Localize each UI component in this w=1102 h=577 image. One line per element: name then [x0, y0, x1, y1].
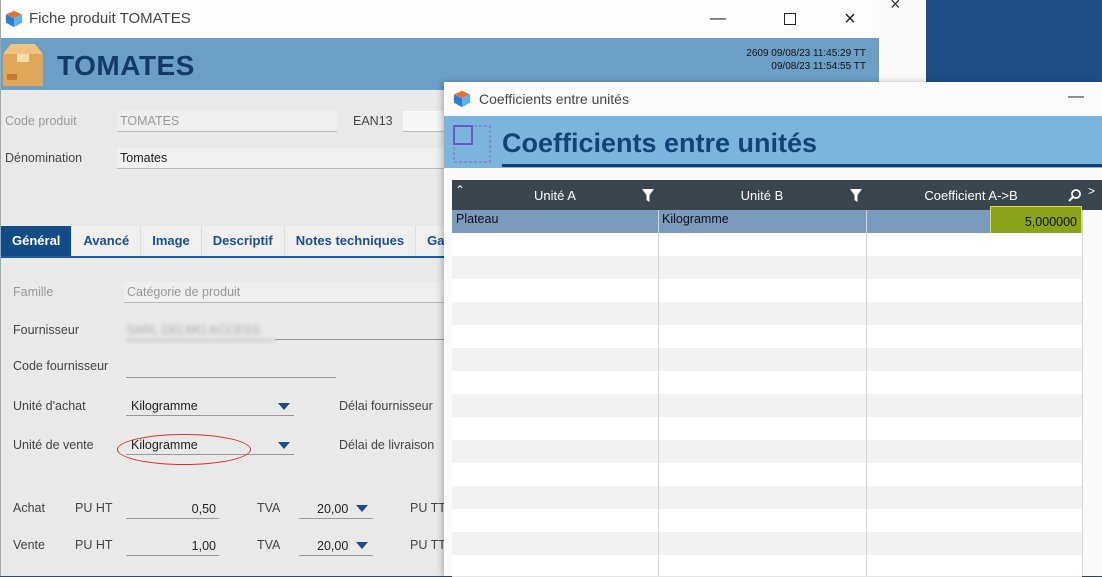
table-row[interactable] — [452, 371, 1082, 395]
table-row[interactable] — [452, 233, 1082, 257]
ean13-label: EAN13 — [353, 114, 393, 128]
table-row[interactable] — [452, 394, 1082, 418]
achat-tva-label: TVA — [257, 501, 281, 515]
achat-label: Achat — [13, 501, 45, 515]
app-logo-icon — [453, 90, 471, 108]
table-row[interactable] — [452, 348, 1082, 372]
conversion-icon — [453, 125, 491, 163]
chevron-right-icon[interactable]: > — [1088, 184, 1095, 198]
delai-fournisseur-label: Délai fournisseur — [339, 399, 433, 413]
fournisseur-field[interactable]: SARL DELMO ACCESS — [126, 320, 274, 341]
cell-unite-a[interactable]: Plateau — [452, 210, 658, 233]
coefficients-table: ⌃ Unité A Unité B Coefficient A->B > Pla… — [452, 180, 1102, 577]
tab-image[interactable]: Image — [141, 226, 202, 256]
chevron-down-icon[interactable] — [278, 403, 290, 410]
table-row[interactable] — [452, 509, 1082, 533]
tab-descriptif[interactable]: Descriptif — [202, 226, 285, 256]
minimize-icon: — — [1068, 88, 1084, 105]
vente-pu-tt-label: PU TT — [410, 538, 446, 552]
maximize-icon — [784, 13, 796, 25]
general-panel: Famille Catégorie de produit Fournisseur… — [1, 258, 447, 576]
title-bar: Fiche produit TOMATES — × — [1, 0, 879, 38]
table-row[interactable] — [452, 555, 1082, 577]
chevron-down-icon[interactable] — [356, 505, 368, 512]
modified-info: 09/08/23 11:54:55 TT — [771, 61, 866, 72]
achat-pu-tt-label: PU TT — [410, 501, 446, 515]
code-produit-field[interactable]: TOMATES — [117, 111, 337, 132]
unite-achat-select[interactable]: Kilogramme — [126, 396, 294, 416]
created-info: 2609 09/08/23 11:45:29 TT — [746, 48, 866, 59]
cell-unite-b[interactable]: Kilogramme — [658, 210, 866, 233]
tab-bar: Général Avancé Image Descriptif Notes te… — [1, 226, 461, 258]
achat-pu-ht-label: PU HT — [75, 501, 113, 515]
table-row[interactable] — [452, 463, 1082, 487]
chevron-down-icon[interactable] — [356, 542, 368, 549]
cell-coefficient[interactable]: 5,000000 — [990, 206, 1082, 235]
table-row[interactable] — [452, 325, 1082, 349]
annotation-ellipse — [117, 434, 251, 465]
coefficients-dialog: Coefficients entre unités — Coefficients… — [444, 82, 1102, 577]
background-window: × — [878, 0, 926, 82]
delai-livraison-label: Délai de livraison — [339, 438, 435, 452]
famille-field[interactable]: Catégorie de produit — [124, 282, 447, 303]
code-fournisseur-field[interactable] — [126, 356, 336, 378]
vente-pu-ht-label: PU HT — [75, 538, 113, 552]
tab-avance[interactable]: Avancé — [72, 226, 142, 256]
maximize-button[interactable] — [767, 0, 813, 38]
table-row[interactable] — [452, 302, 1082, 326]
minimize-button[interactable]: — — [695, 0, 741, 38]
achat-tva-value: 20,00 — [317, 502, 349, 516]
product-title: TOMATES — [57, 50, 195, 81]
unite-achat-label: Unité d'achat — [13, 399, 86, 413]
close-button[interactable]: × — [827, 0, 873, 38]
vente-tva-label: TVA — [257, 538, 281, 552]
column-divider — [866, 210, 867, 576]
table-row[interactable] — [452, 279, 1082, 303]
famille-label: Famille — [13, 285, 54, 299]
tab-general[interactable]: Général — [1, 226, 73, 256]
table-row[interactable] — [452, 440, 1082, 464]
column-coefficient[interactable]: Coefficient A->B — [866, 188, 1076, 203]
table-row[interactable] — [452, 256, 1082, 280]
table-row[interactable] — [452, 532, 1082, 556]
fournisseur-underline — [275, 339, 447, 340]
vente-label: Vente — [13, 538, 45, 552]
unite-achat-value: Kilogramme — [131, 399, 198, 413]
column-unite-b[interactable]: Unité B — [658, 188, 866, 203]
vente-tva-value: 20,00 — [317, 539, 349, 553]
denomination-label: Dénomination — [5, 151, 83, 165]
filter-icon[interactable] — [850, 189, 862, 202]
close-icon: × — [844, 7, 856, 30]
vente-pu-ht-field[interactable]: 1,00 — [126, 536, 219, 556]
tab-notes-techniques[interactable]: Notes techniques — [285, 226, 417, 256]
dialog-window-title: Coefficients entre unités — [479, 91, 629, 107]
column-divider — [1082, 210, 1083, 576]
denomination-field[interactable]: Tomates — [117, 148, 447, 169]
app-logo-icon — [5, 10, 23, 28]
column-unite-a[interactable]: Unité A — [452, 188, 658, 203]
dialog-title-underline — [502, 164, 1102, 167]
column-divider — [658, 210, 659, 576]
table-row[interactable]: Plateau Kilogramme 5,000000 — [452, 206, 1082, 235]
window-title: Fiche produit TOMATES — [29, 10, 191, 27]
unite-vente-label: Unité de vente — [13, 438, 94, 452]
code-produit-label: Code produit — [5, 114, 77, 128]
search-icon[interactable] — [1068, 189, 1081, 202]
close-icon[interactable]: × — [890, 0, 901, 15]
dialog-title-bar: Coefficients entre unités — — [444, 82, 1102, 116]
minimize-icon: — — [710, 10, 726, 27]
ean13-field[interactable] — [403, 111, 447, 132]
dialog-title: Coefficients entre unités — [502, 128, 818, 158]
table-row[interactable] — [452, 486, 1082, 510]
minimize-button[interactable]: — — [1068, 88, 1084, 106]
table-row[interactable] — [452, 417, 1082, 441]
code-fournisseur-label: Code fournisseur — [13, 359, 109, 373]
achat-pu-ht-field[interactable]: 0,50 — [126, 499, 219, 519]
fournisseur-label: Fournisseur — [13, 323, 79, 337]
chevron-down-icon[interactable] — [278, 442, 290, 449]
header-meta: 2609 09/08/23 11:45:29 TT 09/08/23 11:54… — [701, 47, 866, 73]
filter-icon[interactable] — [642, 189, 654, 202]
product-box-icon — [3, 44, 43, 86]
